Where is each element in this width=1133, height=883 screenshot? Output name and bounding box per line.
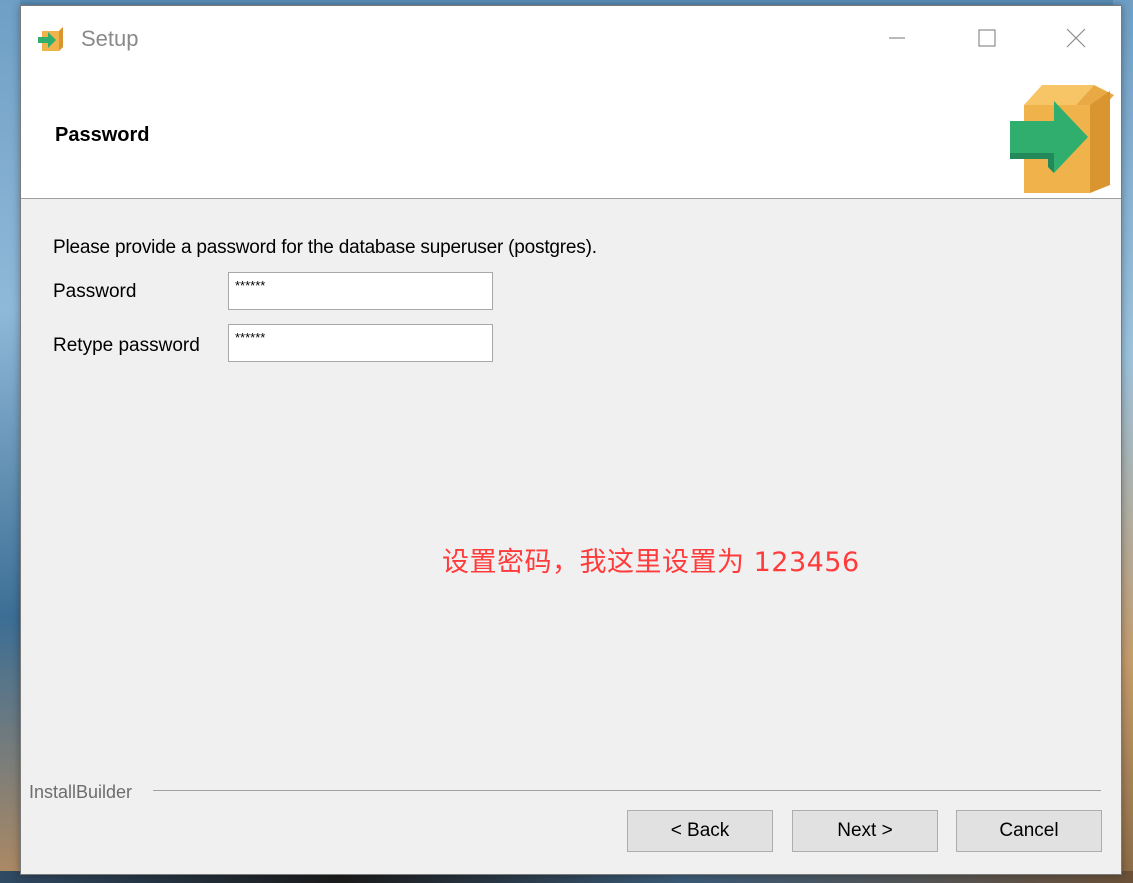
cancel-button[interactable]: Cancel — [956, 810, 1102, 852]
annotation-text: 设置密码，我这里设置为 123456 — [442, 547, 860, 578]
footer-brand: InstallBuilder — [29, 782, 137, 803]
installer-box-arrow-icon — [38, 27, 63, 51]
installer-box-arrow-icon — [1010, 85, 1114, 193]
window-title: Setup — [81, 26, 139, 51]
next-button[interactable]: Next > — [792, 810, 938, 852]
minimize-icon — [889, 37, 905, 39]
instruction-text: Please provide a password for the databa… — [53, 237, 597, 258]
footer-divider — [153, 790, 1101, 791]
retype-password-label: Retype password — [53, 335, 200, 356]
close-icon — [1066, 28, 1086, 48]
maximize-button[interactable] — [964, 16, 1010, 60]
title-bar[interactable]: Setup — [21, 6, 1121, 72]
desktop-background-left — [0, 0, 20, 883]
back-button[interactable]: < Back — [627, 810, 773, 852]
content-area: Please provide a password for the databa… — [21, 199, 1121, 779]
retype-password-input[interactable]: ****** — [228, 324, 493, 362]
page-title: Password — [55, 124, 150, 146]
setup-window: Setup Password Please provide a password… — [20, 5, 1122, 875]
close-button[interactable] — [1053, 16, 1099, 60]
page-header: Password — [21, 72, 1121, 199]
password-label: Password — [53, 281, 137, 302]
password-input[interactable]: ****** — [228, 272, 493, 310]
minimize-button[interactable] — [874, 16, 920, 60]
maximize-icon — [978, 29, 996, 47]
